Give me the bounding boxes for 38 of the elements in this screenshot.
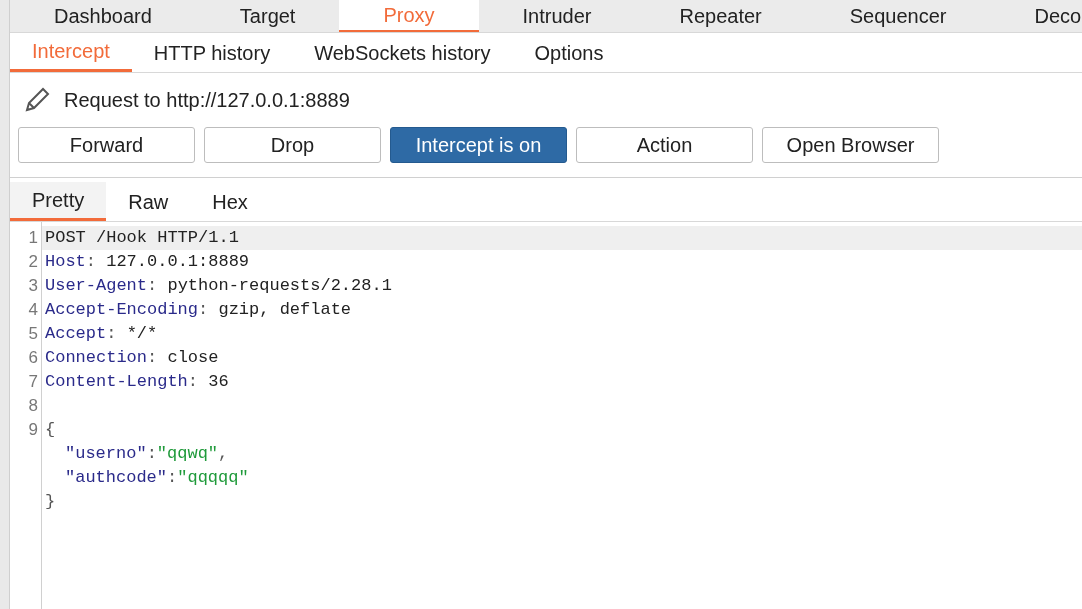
code-line: "authcode":"qqqqq" [64,468,249,487]
code-line: Accept-Encoding: gzip, deflate [45,300,352,319]
line-number: 4 [28,300,38,319]
code-line: { [45,420,56,439]
code-line: "userno":"qqwq", [64,444,229,463]
main-tab[interactable]: Target [195,0,340,32]
code-line: Connection: close [45,348,219,367]
line-number: 3 [28,276,38,295]
code-line: } [45,492,56,511]
line-number: 7 [28,372,38,391]
line-number: 2 [28,252,38,271]
view-tab[interactable]: Raw [106,182,191,221]
code-line: Host: 127.0.0.1:8889 [45,252,250,271]
line-number: 6 [28,348,38,367]
view-tab[interactable]: Pretty [10,182,107,221]
toolbar-button[interactable]: Action [576,127,753,163]
code-line: User-Agent: python-requests/2.28.1 [45,276,392,295]
main-tab[interactable]: Deco [990,0,1082,32]
line-number: 8 [28,396,38,415]
main-tab[interactable]: Dashboard [10,0,196,32]
sub-tab[interactable]: HTTP history [131,33,293,72]
main-tab[interactable]: Repeater [635,0,806,32]
request-title: Request to http://127.0.0.1:8889 [64,88,350,113]
main-tab[interactable]: Intruder [478,0,636,32]
line-number: 1 [28,228,38,247]
line-number: 5 [28,324,38,343]
sub-tab[interactable]: Options [512,33,626,72]
code-line: Accept: */* [45,324,158,343]
view-tab[interactable]: Hex [190,182,270,221]
main-tab[interactable]: Sequencer [805,0,991,32]
toolbar-button[interactable]: Drop [204,127,381,163]
code-line: POST /Hook HTTP/1.1 [45,228,239,247]
toolbar-button[interactable]: Open Browser [762,127,939,163]
sub-tab[interactable]: WebSockets history [292,33,513,72]
toolbar-button[interactable]: Forward [18,127,195,163]
code-line: Content-Length: 36 [45,372,229,391]
toolbar-button[interactable]: Intercept is on [390,127,567,163]
line-number: 9 [28,420,38,439]
